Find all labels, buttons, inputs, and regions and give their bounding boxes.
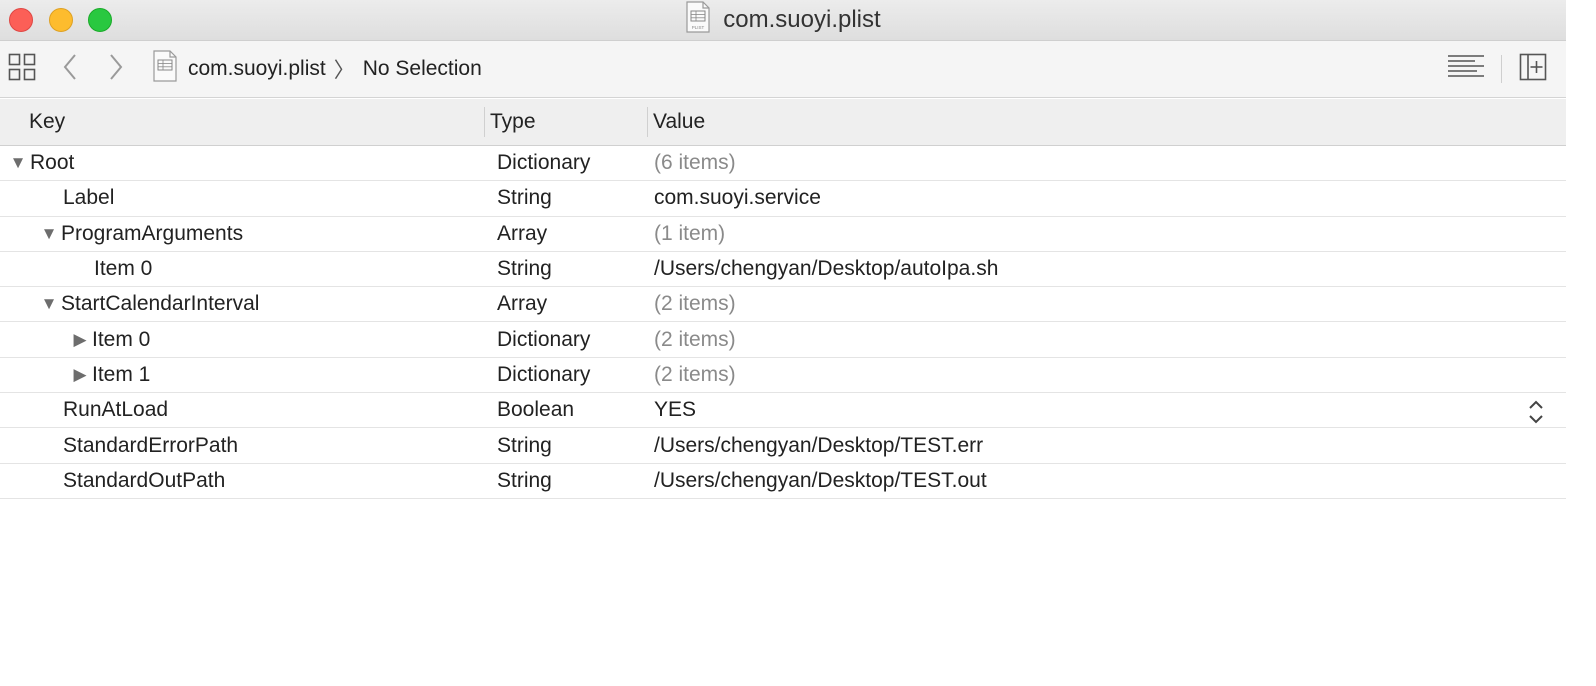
row-type[interactable]: String	[497, 181, 552, 215]
back-button[interactable]	[60, 41, 80, 97]
grid-icon	[8, 53, 36, 86]
table-row[interactable]: RunAtLoad Boolean YES	[0, 393, 1566, 431]
column-header-type[interactable]: Type	[490, 99, 536, 145]
column-divider[interactable]	[647, 107, 648, 137]
forward-button[interactable]	[106, 41, 126, 97]
row-type[interactable]: Boolean	[497, 393, 574, 427]
row-value[interactable]: /Users/chengyan/Desktop/TEST.err	[654, 428, 983, 462]
column-header-key[interactable]: Key	[29, 99, 65, 145]
row-value[interactable]: /Users/chengyan/Desktop/autoIpa.sh	[654, 252, 998, 286]
triangle-right-icon[interactable]: ▶	[70, 365, 90, 385]
table-row[interactable]: ▶ Item 0 Dictionary (2 items)	[0, 322, 1566, 358]
editor-options-button[interactable]	[1447, 41, 1485, 97]
row-key: StandardErrorPath	[63, 433, 239, 457]
row-value: (2 items)	[654, 362, 736, 386]
row-value[interactable]: /Users/chengyan/Desktop/TEST.out	[654, 464, 987, 498]
table-row[interactable]: ▼ Root Dictionary (6 items)	[0, 146, 1566, 182]
row-type[interactable]: String	[497, 428, 552, 462]
column-divider[interactable]	[484, 107, 485, 137]
window-backdrop	[1566, 0, 1596, 686]
breadcrumb-separator: 〉	[333, 59, 355, 82]
row-type[interactable]: Dictionary	[497, 358, 590, 392]
jump-bar: com.suoyi.plist 〉 No Selection	[0, 41, 1566, 98]
lines-icon	[1447, 54, 1485, 85]
row-key: RunAtLoad	[63, 398, 169, 422]
triangle-down-icon[interactable]: ▼	[8, 153, 28, 173]
row-key: Item 1	[92, 362, 151, 386]
row-type[interactable]: Array	[497, 287, 547, 321]
row-key: Root	[30, 151, 75, 175]
window-title-text: com.suoyi.plist	[723, 6, 881, 33]
inspector-toggle-button[interactable]	[1519, 41, 1547, 97]
breadcrumb: com.suoyi.plist 〉 No Selection	[152, 41, 482, 97]
row-type[interactable]: Dictionary	[497, 146, 590, 180]
plist-outline: ▼ Root Dictionary (6 items) Label String…	[0, 146, 1566, 499]
table-row[interactable]: Item 0 String /Users/chengyan/Desktop/au…	[0, 252, 1566, 288]
window-title: PLIST com.suoyi.plist	[0, 0, 1566, 40]
table-row[interactable]: ▼ ProgramArguments Array (1 item)	[0, 217, 1566, 252]
row-key: StandardOutPath	[63, 468, 226, 492]
chevron-right-icon	[106, 52, 126, 87]
row-value[interactable]: YES	[654, 393, 696, 427]
table-row[interactable]: Label String com.suoyi.service	[0, 181, 1566, 217]
row-key: ProgramArguments	[61, 221, 244, 245]
svg-text:PLIST: PLIST	[692, 25, 705, 30]
row-key: Label	[63, 186, 115, 210]
table-row[interactable]: StandardOutPath String /Users/chengyan/D…	[0, 464, 1566, 499]
triangle-down-icon[interactable]: ▼	[39, 224, 59, 244]
row-value: (6 items)	[654, 151, 736, 175]
row-value: (2 items)	[654, 327, 736, 351]
row-type[interactable]: Dictionary	[497, 322, 590, 356]
plist-editor-window: PLIST com.suoyi.plist com.suoyi.plist 〉 …	[0, 0, 1567, 686]
add-panel-icon	[1519, 53, 1547, 86]
row-value: (2 items)	[654, 292, 736, 316]
row-key: Item 0	[94, 257, 153, 281]
toolbar-divider	[1501, 55, 1502, 83]
row-value: (1 item)	[654, 221, 726, 245]
table-row[interactable]: ▼ StartCalendarInterval Array (2 items)	[0, 287, 1566, 323]
column-header-value[interactable]: Value	[653, 99, 705, 145]
row-type[interactable]: Array	[497, 217, 547, 251]
breadcrumb-file[interactable]: com.suoyi.plist	[188, 57, 326, 81]
related-items-button[interactable]	[8, 41, 36, 97]
table-row[interactable]: StandardErrorPath String /Users/chengyan…	[0, 428, 1566, 464]
row-key: Item 0	[92, 327, 151, 351]
table-row[interactable]: ▶ Item 1 Dictionary (2 items)	[0, 358, 1566, 394]
table-header: Key Type Value	[0, 99, 1566, 146]
title-bar[interactable]: PLIST com.suoyi.plist	[0, 0, 1566, 41]
breadcrumb-selection[interactable]: No Selection	[363, 57, 482, 81]
triangle-down-icon[interactable]: ▼	[39, 294, 59, 314]
chevron-left-icon	[60, 52, 80, 87]
row-type[interactable]: String	[497, 252, 552, 286]
row-key: StartCalendarInterval	[61, 292, 260, 316]
plist-file-icon	[152, 50, 178, 88]
up-down-stepper-icon[interactable]	[1527, 399, 1545, 431]
row-value[interactable]: com.suoyi.service	[654, 181, 821, 215]
row-type[interactable]: String	[497, 464, 552, 498]
triangle-right-icon[interactable]: ▶	[70, 330, 90, 350]
plist-file-icon: PLIST	[685, 0, 711, 40]
